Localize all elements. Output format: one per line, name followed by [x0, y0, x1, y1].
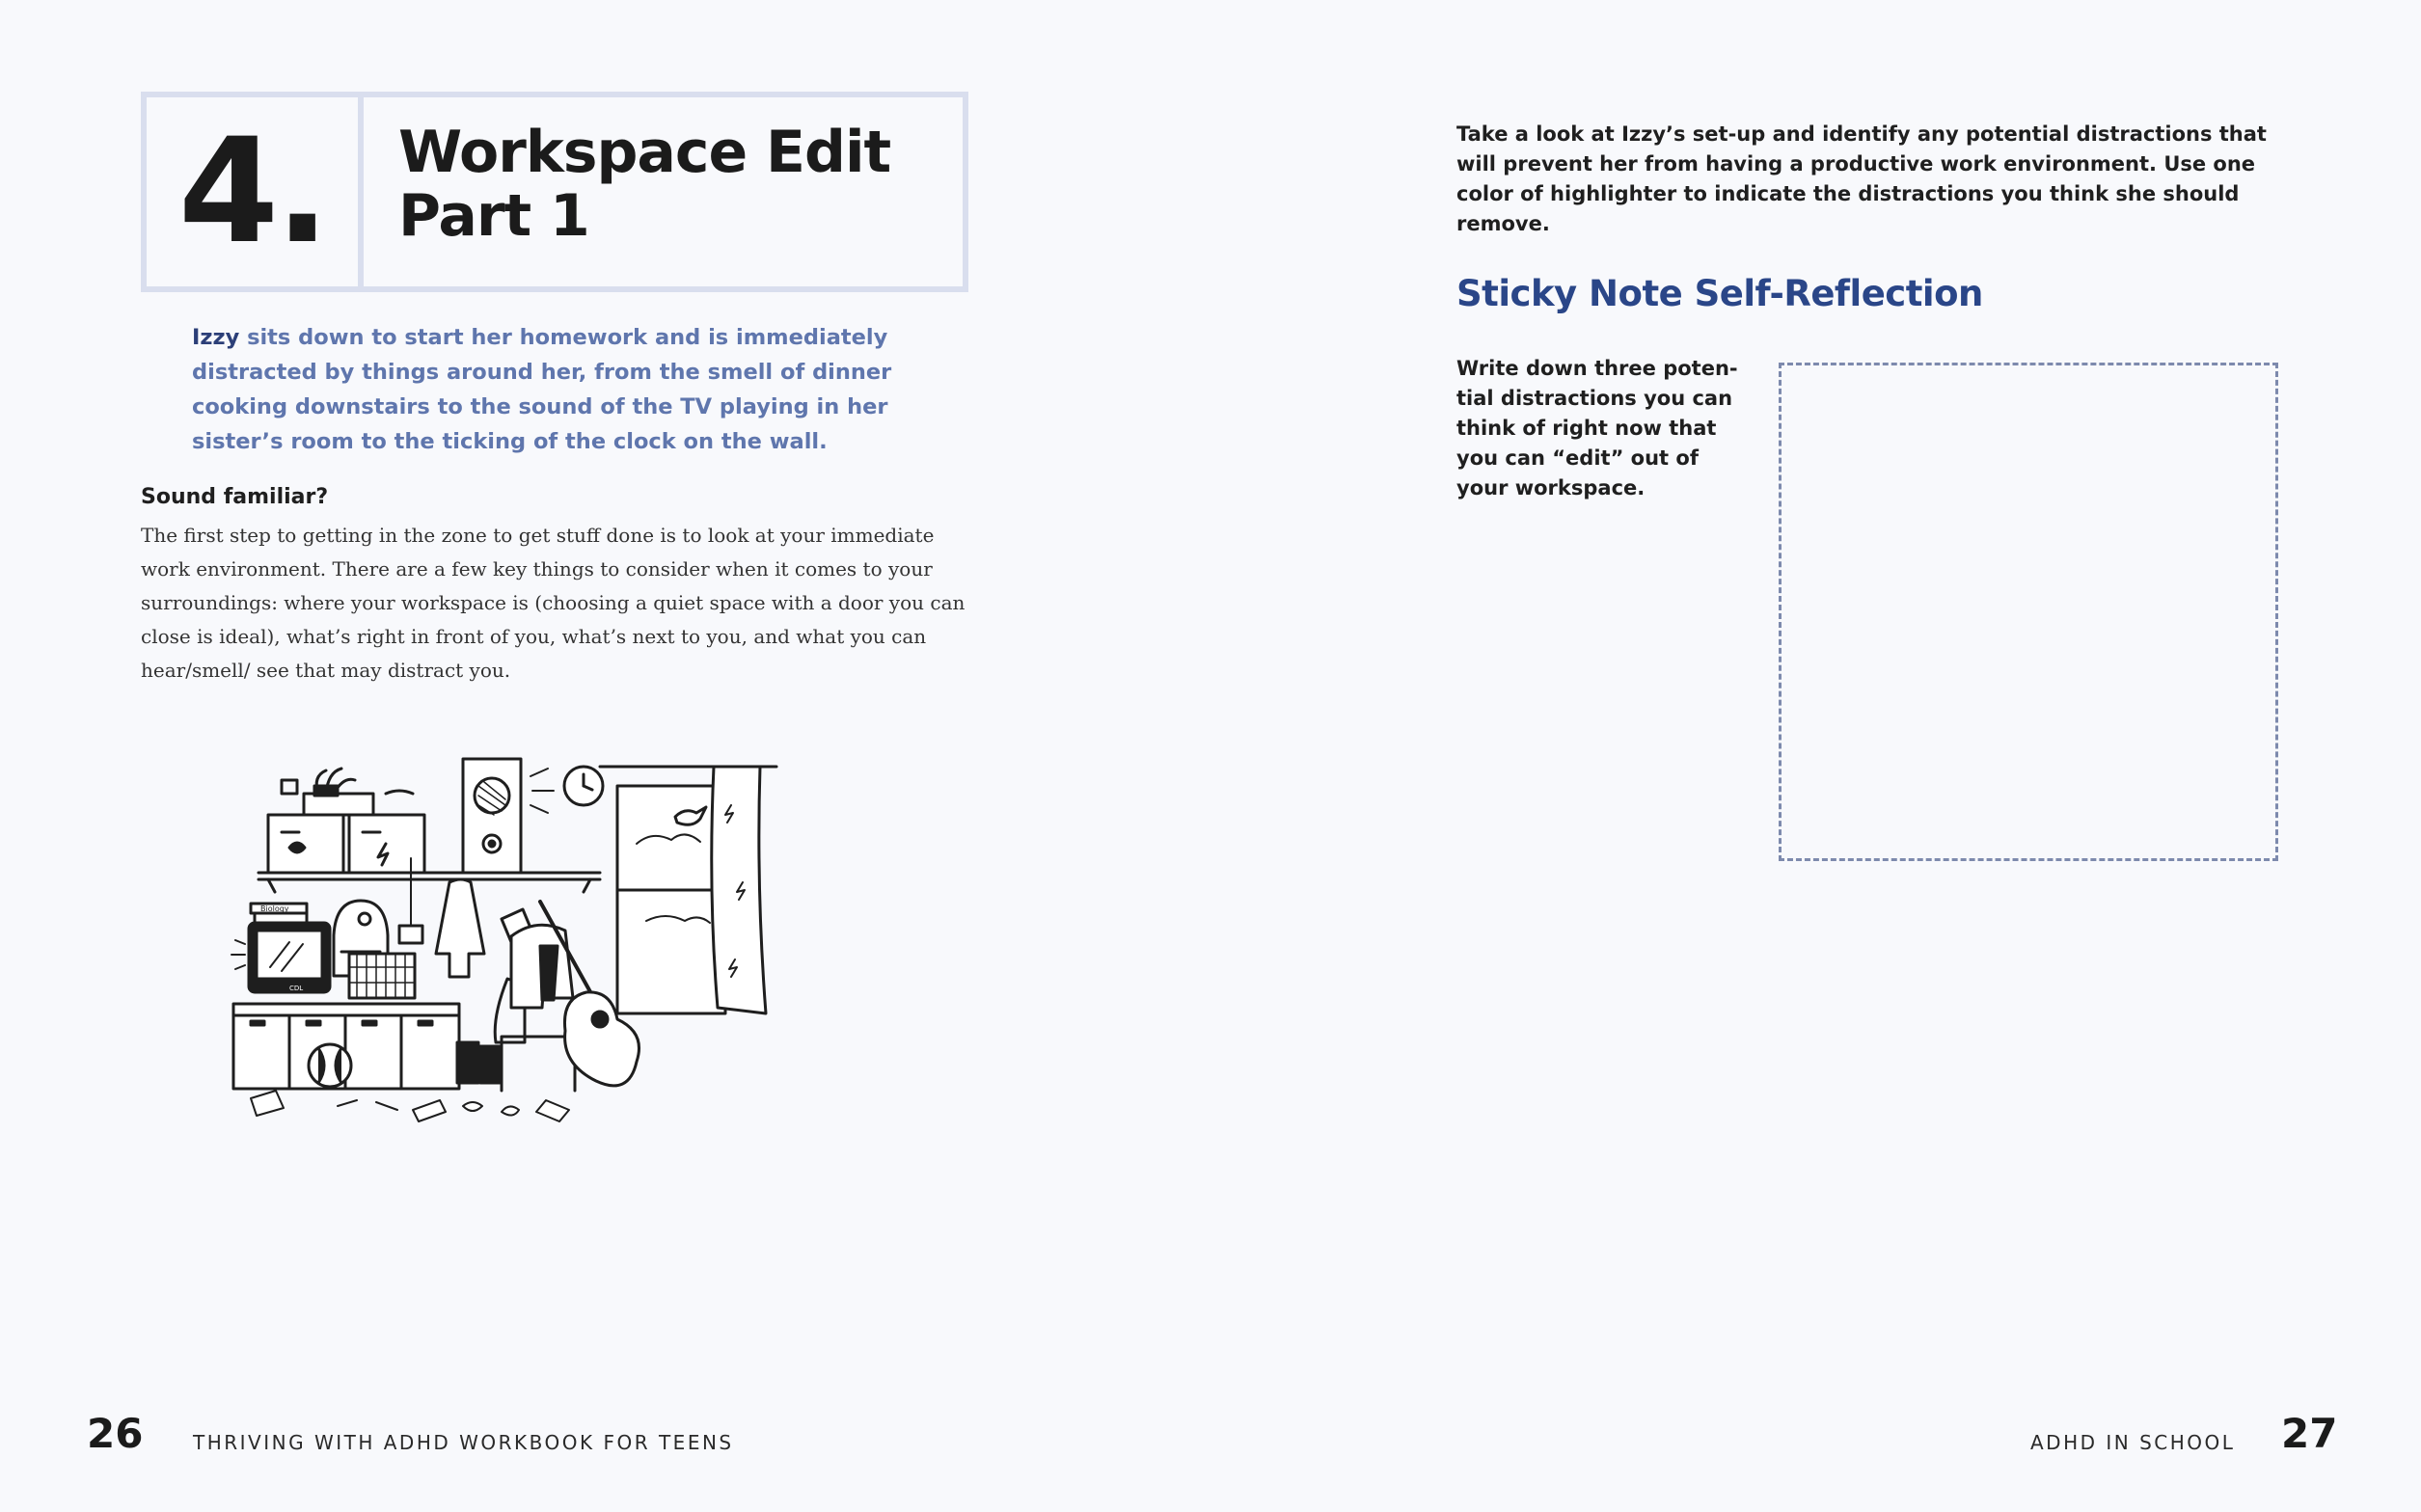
- intro-name: Izzy: [192, 325, 240, 350]
- tv-label: CDL: [289, 985, 303, 992]
- sound-familiar-heading: Sound familiar?: [141, 485, 329, 509]
- sticky-note-heading: Sticky Note Self-Reflection: [1456, 273, 1983, 314]
- activity-title-line-2: Part 1: [398, 182, 590, 250]
- activity-title: Workspace Edit Part 1: [364, 97, 891, 286]
- page-number-right: 27: [2281, 1410, 2338, 1457]
- body-paragraph: The first step to getting in the zone to…: [141, 524, 966, 682]
- sticky-note-prompt: Write down three poten­tial distractions…: [1456, 357, 1738, 500]
- page-number-left: 26: [87, 1410, 144, 1457]
- shelf-cabinet-left: [266, 813, 345, 875]
- floor-clutter: [250, 1090, 570, 1122]
- speaker: [461, 757, 523, 875]
- sticky-note-writing-area[interactable]: [1779, 363, 2278, 861]
- boots: [455, 1040, 480, 1085]
- activity-title-box: 4. Workspace Edit Part 1: [141, 92, 968, 292]
- intro-paragraph: Izzy sits down to start her homework and…: [192, 320, 925, 459]
- book-label: Biology: [260, 904, 289, 913]
- activity-title-line-1: Workspace Edit: [398, 119, 891, 186]
- jacket: [434, 878, 486, 979]
- intro-text: sits down to start her homework and is i…: [192, 325, 892, 454]
- running-head-right: ADHD IN SCHOOL: [2030, 1431, 2236, 1454]
- window: [615, 784, 727, 1015]
- ball: [307, 1042, 353, 1089]
- messy-room-illustration: Biology CDL: [231, 757, 778, 1122]
- activity-number: 4.: [147, 97, 364, 286]
- activity-instructions: Take a look at Izzy’s set-up and identif…: [1456, 122, 2267, 235]
- running-head-left: THRIVING WITH ADHD WORKBOOK FOR TEENS: [193, 1431, 734, 1454]
- book-spread: 4. Workspace Edit Part 1 Izzy sits down …: [0, 0, 2421, 1512]
